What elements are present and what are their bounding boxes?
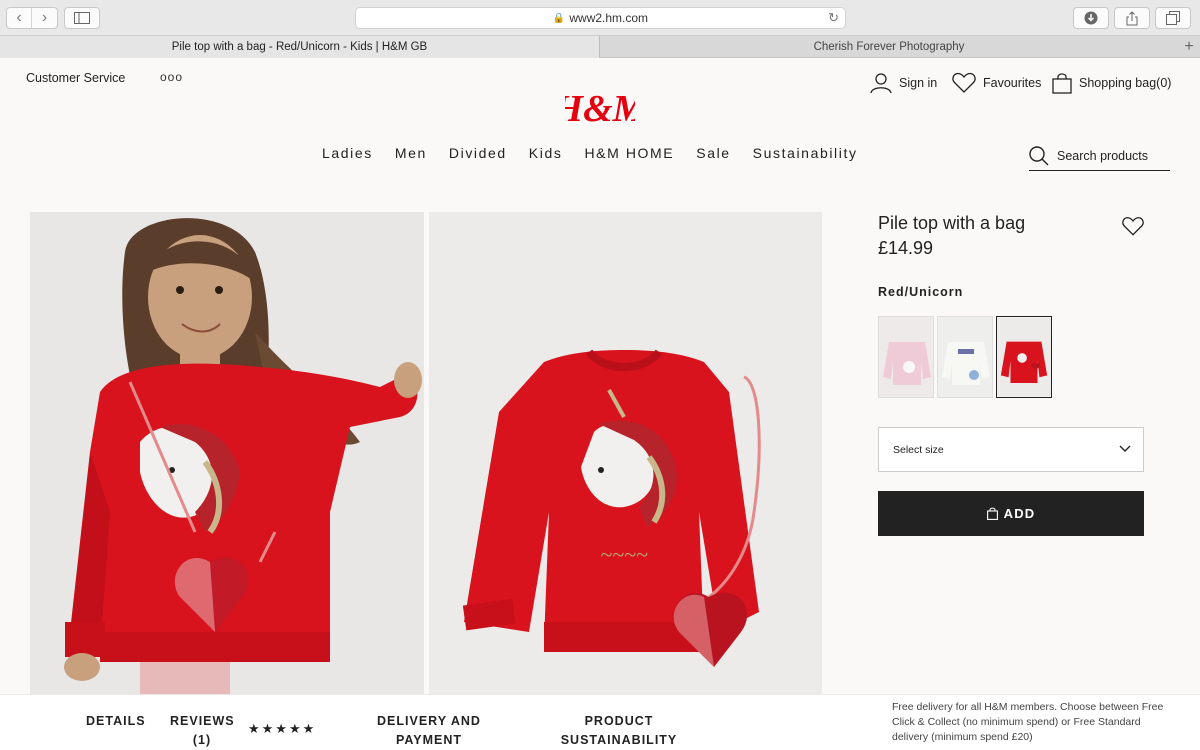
svg-text:H&M: H&M: [565, 88, 635, 129]
sign-in-link[interactable]: Sign in: [870, 72, 937, 94]
tab-cherish-forever[interactable]: Cherish Forever Photography: [600, 36, 1178, 58]
add-label: ADD: [1003, 506, 1036, 521]
favourites-label: Favourites: [983, 75, 1042, 90]
address-bar[interactable]: 🔒 www2.hm.com ↻: [355, 7, 846, 29]
search-icon: [1029, 145, 1049, 165]
product-title: Pile top with a bag: [878, 213, 1026, 233]
forward-icon[interactable]: ›: [32, 8, 57, 28]
search-placeholder: Search products: [1057, 148, 1149, 163]
tabs-overview-button[interactable]: [1155, 7, 1191, 29]
user-icon: [870, 73, 892, 94]
tab-delivery-payment[interactable]: DELIVERY AND PAYMENT: [372, 712, 486, 750]
sidebar-icon: [74, 12, 90, 24]
tab-hm-product[interactable]: Pile top with a bag - Red/Unicorn - Kids…: [0, 36, 600, 58]
share-icon: [1126, 10, 1138, 25]
main-navigation: Ladies Men Divided Kids H&M HOME Sale Su…: [322, 145, 858, 161]
tabs-icon: [1166, 11, 1180, 25]
delivery-line1: DELIVERY AND: [377, 714, 481, 728]
nav-men[interactable]: Men: [395, 145, 427, 161]
tab-details[interactable]: DETAILS: [86, 712, 146, 731]
new-tab-icon[interactable]: +: [1178, 36, 1200, 58]
flat-photo: ~~~~: [429, 212, 822, 694]
hm-logo[interactable]: H&M: [565, 85, 635, 129]
customer-service-link[interactable]: Customer Service: [26, 71, 125, 85]
color-swatches: [878, 316, 1052, 398]
delivery-line2: PAYMENT: [395, 733, 463, 747]
select-size-label: Select size: [893, 443, 944, 456]
favourites-link[interactable]: Favourites: [952, 72, 1041, 93]
sustainability-line1: PRODUCT: [584, 714, 654, 728]
download-icon: [1084, 11, 1098, 25]
nav-sale[interactable]: Sale: [696, 145, 730, 161]
browser-toolbar: ‹ › 🔒 www2.hm.com ↻: [0, 0, 1200, 36]
history-buttons: ‹ ›: [6, 7, 58, 29]
nav-sustainability[interactable]: Sustainability: [753, 145, 858, 161]
reviews-label: REVIEWS: [170, 714, 235, 728]
sustainability-line2: SUSTAINABILITY: [560, 733, 678, 747]
shopping-bag-link[interactable]: Shopping bag(0): [1052, 72, 1171, 94]
downloads-button[interactable]: [1073, 7, 1109, 29]
rating-stars: ★★★★★: [248, 721, 317, 736]
more-menu-icon[interactable]: ooo: [160, 70, 183, 84]
shopping-bag-label: Shopping bag(0): [1079, 76, 1172, 90]
reload-icon[interactable]: ↻: [828, 10, 839, 26]
shopping-bag-icon: [1052, 73, 1072, 94]
url-text: www2.hm.com: [569, 11, 649, 25]
nav-hm-home[interactable]: H&M HOME: [584, 145, 674, 161]
back-icon[interactable]: ‹: [7, 8, 33, 28]
nav-kids[interactable]: Kids: [529, 145, 563, 161]
swatch-red-selected[interactable]: [996, 316, 1052, 398]
nav-divided[interactable]: Divided: [449, 145, 507, 161]
lock-icon: 🔒: [552, 12, 566, 24]
search-input[interactable]: Search products: [1029, 141, 1170, 171]
sidebar-toggle-button[interactable]: [64, 7, 100, 29]
product-image-flat[interactable]: ~~~~: [429, 212, 822, 694]
magical-text-decoration: ~~~~: [600, 542, 648, 567]
tab-product-sustainability[interactable]: PRODUCT SUSTAINABILITY: [558, 712, 680, 750]
reviews-count: (1): [192, 733, 212, 747]
bag-icon: [986, 507, 998, 520]
nav-ladies[interactable]: Ladies: [322, 145, 373, 161]
tab-reviews[interactable]: REVIEWS (1): [170, 712, 234, 750]
share-button[interactable]: [1114, 7, 1150, 29]
add-to-bag-button[interactable]: ADD: [878, 491, 1144, 536]
product-color-label: Red/Unicorn: [878, 285, 964, 299]
select-size-dropdown[interactable]: Select size: [878, 427, 1144, 472]
model-photo: [30, 212, 424, 694]
favourite-heart-icon[interactable]: [1122, 216, 1144, 236]
heart-icon: [952, 72, 976, 93]
swatch-pink[interactable]: [878, 316, 934, 398]
delivery-note: Free delivery for all H&M members. Choos…: [892, 701, 1164, 743]
sign-in-label: Sign in: [899, 76, 938, 90]
product-price: £14.99: [878, 238, 934, 258]
product-image-model[interactable]: [30, 212, 424, 694]
swatch-white[interactable]: [937, 316, 993, 398]
browser-tab-bar: Pile top with a bag - Red/Unicorn - Kids…: [0, 36, 1200, 58]
chevron-down-icon: [1119, 445, 1131, 452]
